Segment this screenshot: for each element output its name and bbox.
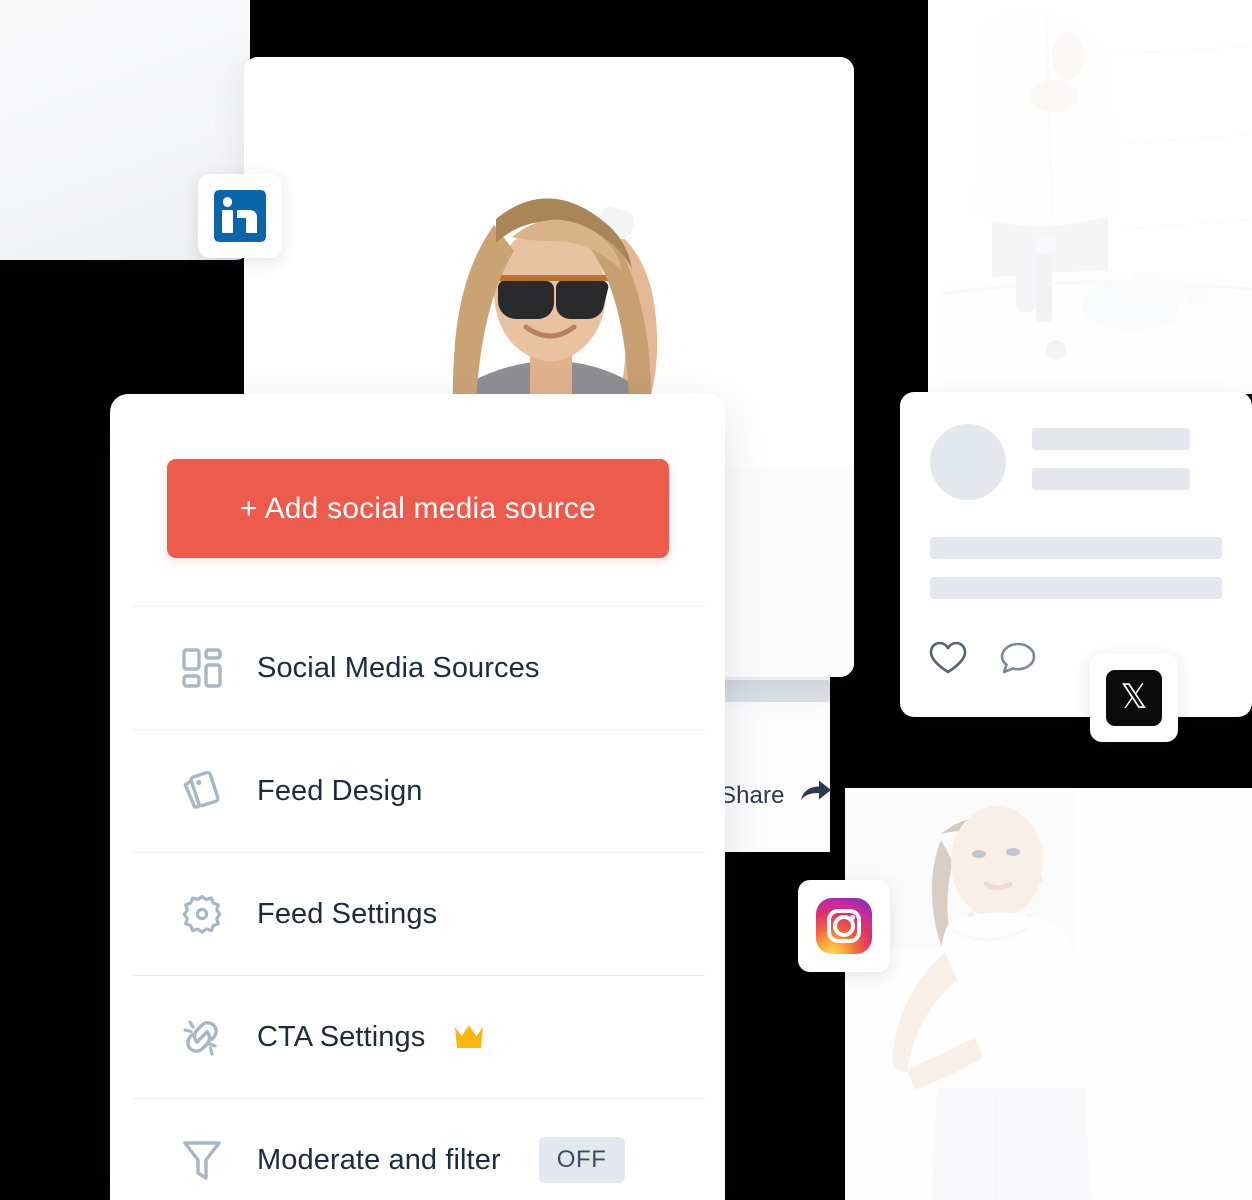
menu-item-label: Social Media Sources [257, 651, 540, 684]
menu-item-feed-settings[interactable]: Feed Settings [133, 852, 705, 975]
share-arrow-icon[interactable] [799, 778, 833, 813]
design-cards-icon [179, 768, 225, 814]
skeleton-line [723, 680, 830, 702]
menu-item-label: Feed Settings [257, 897, 438, 930]
gear-icon [179, 891, 225, 937]
heart-icon[interactable] [928, 640, 968, 681]
skeleton-line [930, 577, 1222, 599]
menu-item-feed-design[interactable]: Feed Design [133, 729, 705, 852]
instagram-icon [816, 898, 872, 954]
settings-menu-panel: + Add social media source Social Media S… [110, 394, 725, 1200]
instagram-badge[interactable] [798, 880, 890, 972]
skeleton-line [930, 537, 1222, 559]
skeleton-line [1032, 428, 1190, 450]
menu-item-label: CTA Settings [257, 1020, 426, 1053]
add-social-media-source-button[interactable]: + Add social media source [167, 459, 669, 558]
menu-item-social-media-sources[interactable]: Social Media Sources [133, 606, 705, 729]
x-icon: 𝕏 [1106, 670, 1162, 726]
crown-icon [453, 1024, 485, 1050]
menu-item-label: Feed Design [257, 774, 423, 807]
feed-card-top-right[interactable] [928, 0, 1252, 394]
comment-icon[interactable] [998, 640, 1038, 683]
menu-item-label: Moderate and filter [257, 1143, 501, 1176]
linkedin-icon [214, 190, 266, 242]
status-badge[interactable]: OFF [538, 1137, 625, 1183]
funnel-icon [179, 1137, 225, 1183]
linkedin-badge-left[interactable] [198, 174, 282, 258]
screenshot-stage: Share Culprit [0, 0, 1252, 1200]
settings-menu-list: Social Media Sources Feed Design Feed Se… [133, 606, 705, 1200]
menu-item-cta-settings[interactable]: CTA Settings [133, 975, 705, 1098]
feed-card-bottom-right[interactable] [845, 788, 1252, 1200]
skeleton-line [1032, 468, 1190, 490]
grid-icon [179, 645, 225, 691]
menu-item-moderate-and-filter[interactable]: Moderate and filter OFF [133, 1098, 705, 1200]
x-badge[interactable]: 𝕏 [1090, 654, 1178, 742]
share-row[interactable]: Share [720, 778, 833, 813]
avatar [930, 424, 1006, 500]
broken-link-icon [179, 1014, 225, 1060]
share-label: Share [720, 781, 785, 809]
